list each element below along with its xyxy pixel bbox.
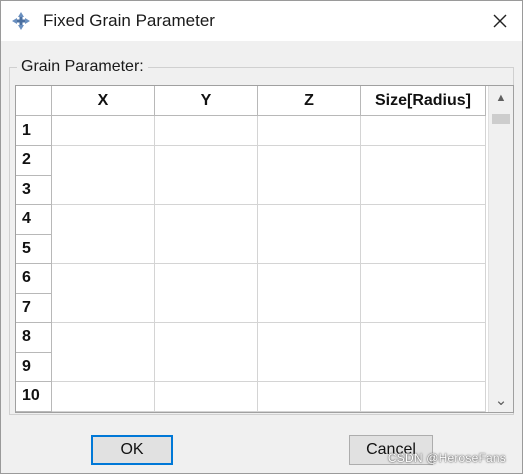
table-cell[interactable] xyxy=(52,322,155,353)
column-header[interactable]: Z xyxy=(258,86,361,116)
column-header[interactable]: X xyxy=(52,86,155,116)
table-cell[interactable] xyxy=(258,116,361,146)
row-header[interactable]: 2 xyxy=(16,145,52,176)
table-cell[interactable] xyxy=(258,381,361,412)
row-header[interactable]: 8 xyxy=(16,322,52,353)
table-cell[interactable] xyxy=(361,145,486,176)
row-header[interactable]: 4 xyxy=(16,204,52,235)
table-cell[interactable] xyxy=(155,263,258,294)
table-cell[interactable] xyxy=(258,352,361,382)
table-cell[interactable] xyxy=(361,175,486,205)
table-cell[interactable] xyxy=(52,263,155,294)
grain-table-grid: X Y Z Size[Radius] 1 2 3 4 5 6 7 8 9 10 xyxy=(16,86,486,412)
table-cell[interactable] xyxy=(52,381,155,412)
scroll-down-arrow-icon[interactable]: ⌄ xyxy=(489,390,513,410)
watermark-text: CSDN @HeroseFans xyxy=(387,451,506,465)
row-header[interactable]: 7 xyxy=(16,293,52,323)
table-cell[interactable] xyxy=(361,204,486,235)
table-cell[interactable] xyxy=(155,116,258,146)
scroll-up-arrow-icon[interactable]: ▲ xyxy=(489,88,513,108)
title-bar[interactable]: Fixed Grain Parameter xyxy=(1,1,522,41)
table-cell[interactable] xyxy=(155,322,258,353)
row-header[interactable]: 10 xyxy=(16,381,52,412)
table-cell[interactable] xyxy=(258,263,361,294)
table-cell[interactable] xyxy=(361,116,486,146)
table-cell[interactable] xyxy=(361,381,486,412)
window-title: Fixed Grain Parameter xyxy=(43,11,215,30)
column-header[interactable]: Size[Radius] xyxy=(361,86,486,116)
table-cell[interactable] xyxy=(155,352,258,382)
table-cell[interactable] xyxy=(52,175,155,205)
abaqus-app-icon xyxy=(11,11,31,31)
table-cell[interactable] xyxy=(155,145,258,176)
vertical-scrollbar[interactable]: ▲ ⌄ xyxy=(488,86,513,412)
table-cell[interactable] xyxy=(258,293,361,323)
table-cell[interactable] xyxy=(155,381,258,412)
table-cell[interactable] xyxy=(361,352,486,382)
table-corner-cell xyxy=(16,86,52,116)
table-cell[interactable] xyxy=(258,234,361,264)
group-label: Grain Parameter: xyxy=(17,58,148,76)
table-cell[interactable] xyxy=(155,204,258,235)
table-cell[interactable] xyxy=(155,234,258,264)
row-header[interactable]: 3 xyxy=(16,175,52,205)
close-icon xyxy=(493,14,507,28)
column-header[interactable]: Y xyxy=(155,86,258,116)
table-cell[interactable] xyxy=(52,293,155,323)
table-cell[interactable] xyxy=(52,204,155,235)
close-button[interactable] xyxy=(486,7,514,35)
table-cell[interactable] xyxy=(52,234,155,264)
table-cell[interactable] xyxy=(258,145,361,176)
row-header[interactable]: 5 xyxy=(16,234,52,264)
table-cell[interactable] xyxy=(258,204,361,235)
table-cell[interactable] xyxy=(155,175,258,205)
table-cell[interactable] xyxy=(52,352,155,382)
ok-button[interactable]: OK xyxy=(91,435,173,465)
table-cell[interactable] xyxy=(52,116,155,146)
scroll-thumb[interactable] xyxy=(492,114,510,124)
table-cell[interactable] xyxy=(258,175,361,205)
row-header[interactable]: 6 xyxy=(16,263,52,294)
row-header[interactable]: 1 xyxy=(16,116,52,146)
grain-table[interactable]: X Y Z Size[Radius] 1 2 3 4 5 6 7 8 9 10 ▲ ⌄ xyxy=(15,85,514,413)
table-cell[interactable] xyxy=(361,263,486,294)
table-cell[interactable] xyxy=(52,145,155,176)
table-cell[interactable] xyxy=(361,322,486,353)
row-header[interactable]: 9 xyxy=(16,352,52,382)
table-cell[interactable] xyxy=(361,234,486,264)
table-cell[interactable] xyxy=(361,293,486,323)
table-cell[interactable] xyxy=(258,322,361,353)
table-cell[interactable] xyxy=(155,293,258,323)
dialog-window: Fixed Grain Parameter Grain Parameter: X… xyxy=(0,0,523,474)
